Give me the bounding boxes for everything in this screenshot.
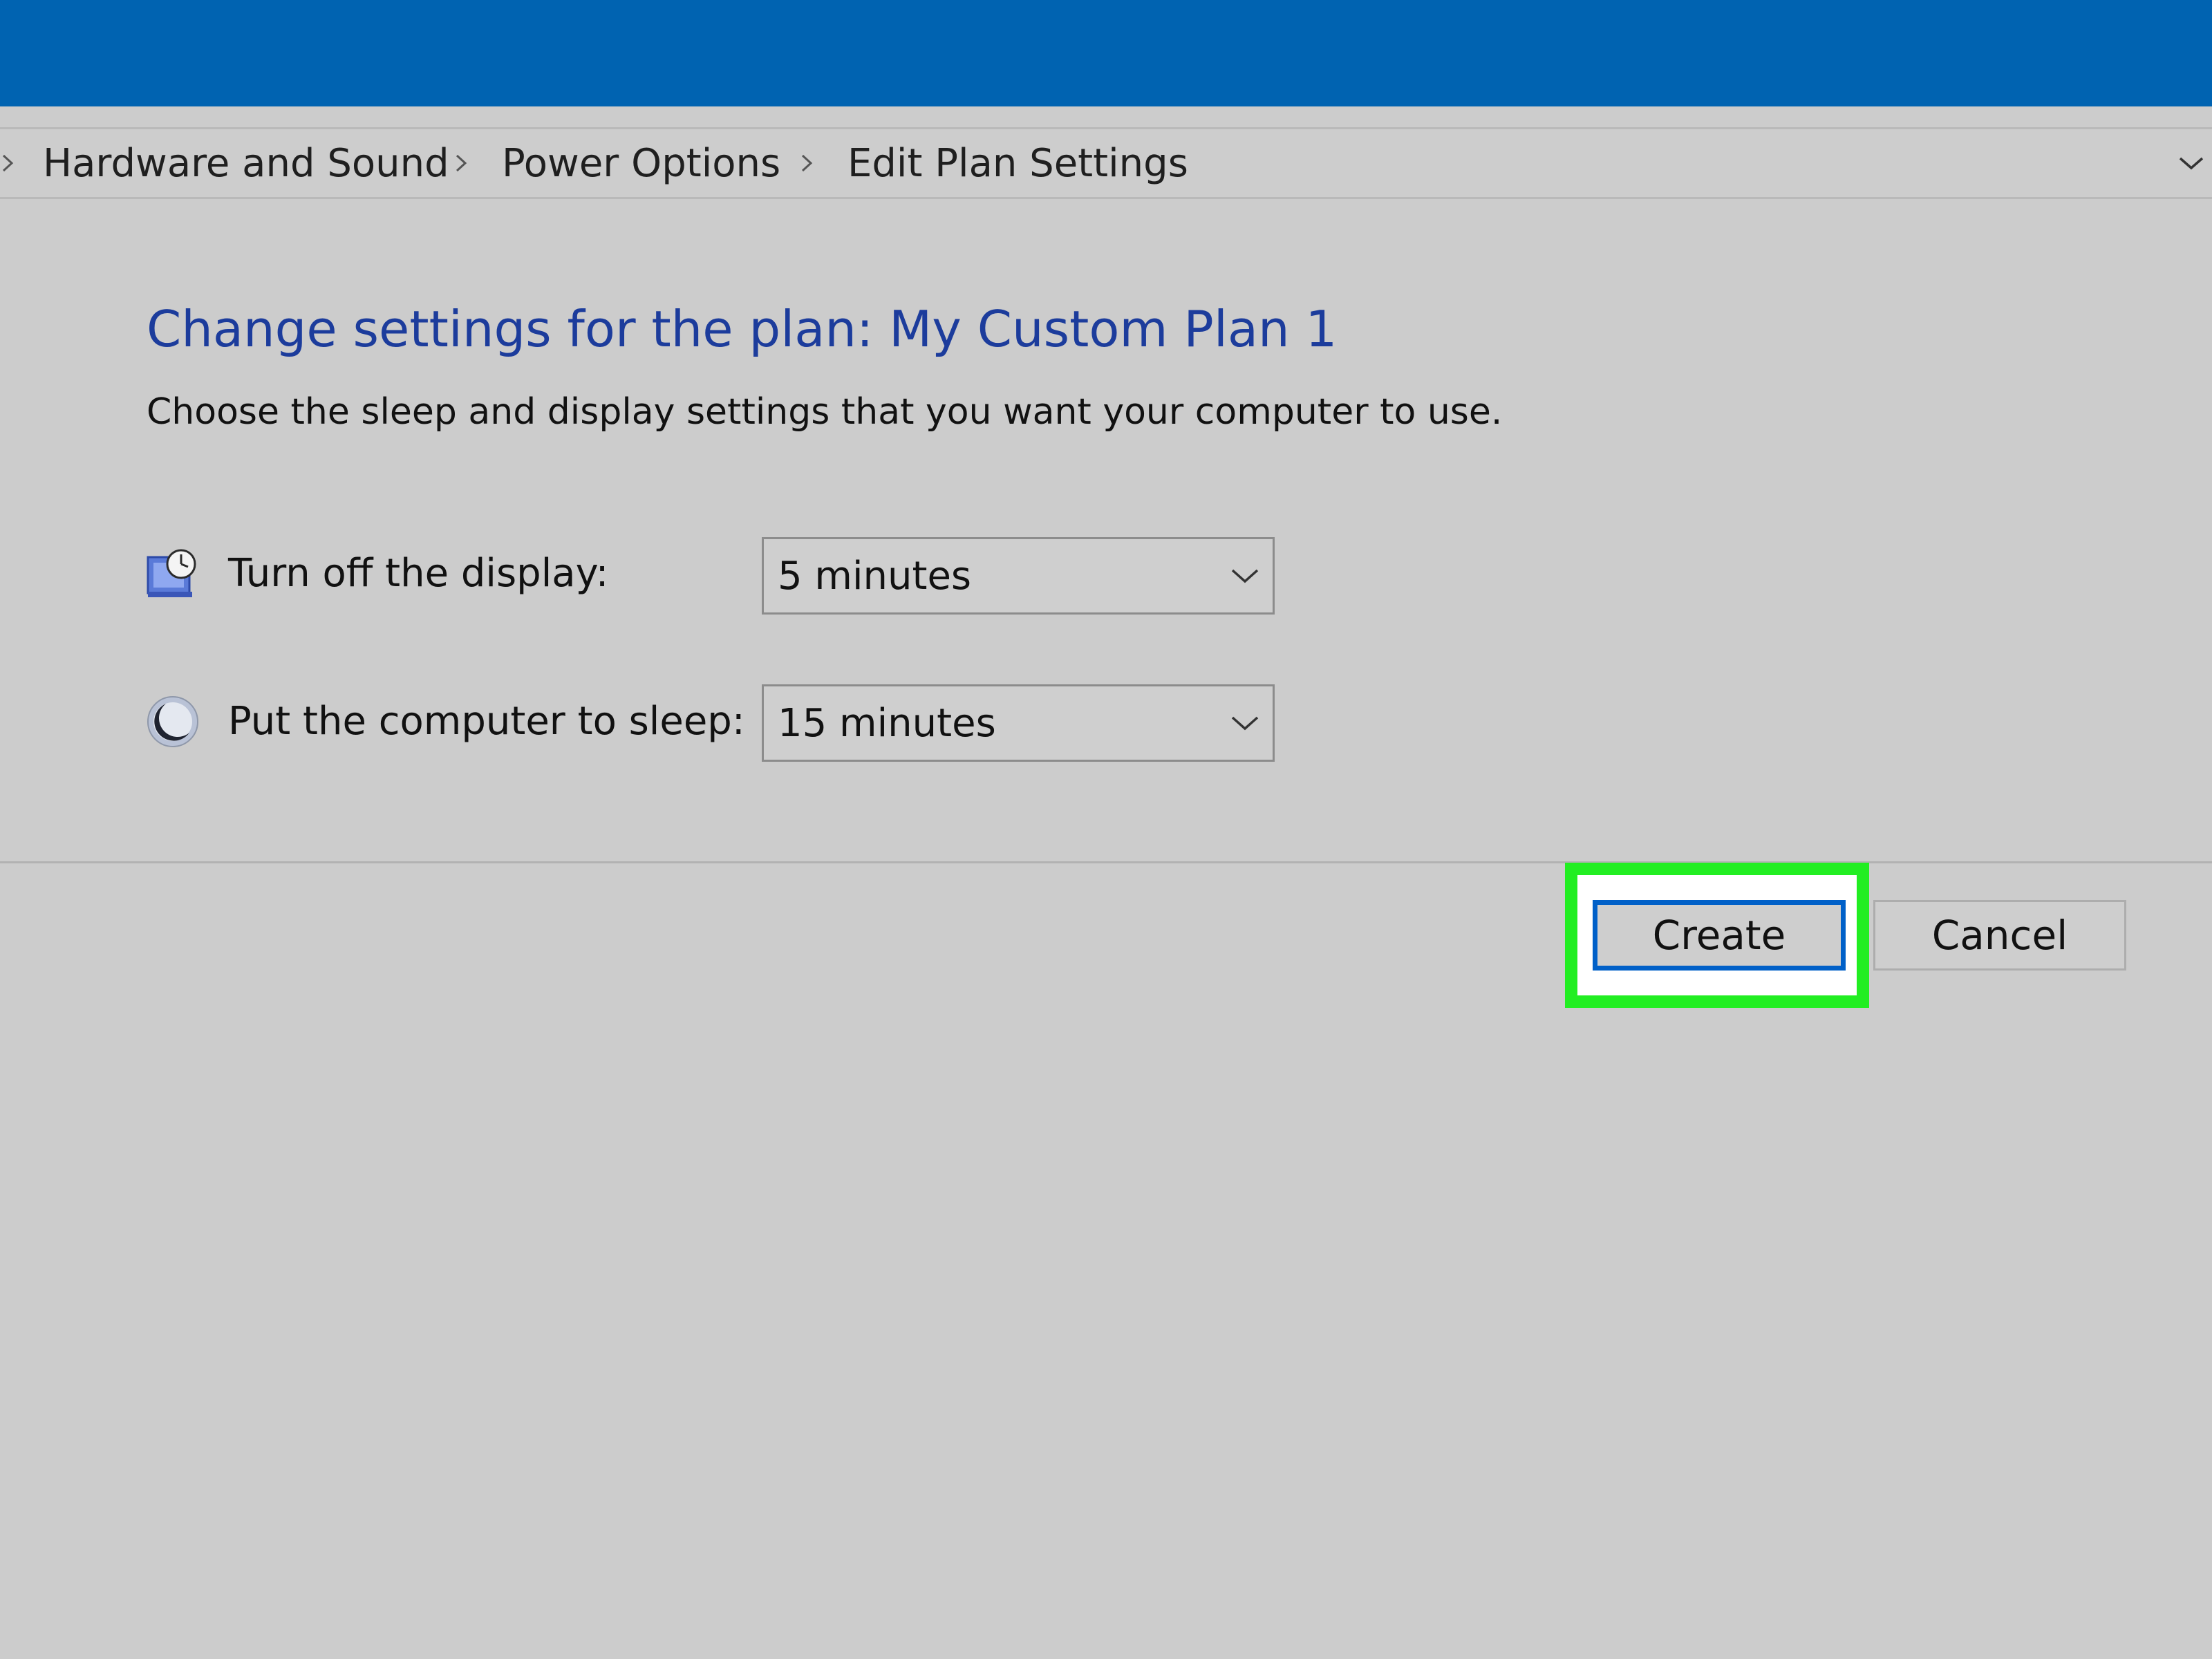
sleep-timeout-value: 15 minutes [778, 700, 996, 746]
sleep-moon-icon [145, 694, 200, 749]
breadcrumb-item-edit-plan-settings[interactable]: Edit Plan Settings [847, 129, 1188, 197]
breadcrumb-item-power-options[interactable]: Power Options [502, 129, 780, 197]
create-button[interactable]: Create [1593, 900, 1846, 971]
chevron-down-icon[interactable] [1217, 539, 1273, 612]
window-titlebar [0, 0, 2212, 106]
display-setting-label: Turn off the display: [228, 551, 609, 596]
chevron-down-icon[interactable] [1217, 686, 1273, 760]
chevron-right-icon[interactable] [448, 129, 476, 197]
chevron-right-icon[interactable] [794, 129, 821, 197]
page-description: Choose the sleep and display settings th… [147, 391, 1503, 433]
chevron-down-icon[interactable] [2171, 129, 2212, 197]
page-title: Change settings for the plan: My Custom … [147, 300, 1338, 358]
cancel-button[interactable]: Cancel [1873, 900, 2126, 971]
display-timer-icon [145, 546, 200, 601]
sleep-setting-label: Put the computer to sleep: [228, 699, 745, 744]
breadcrumb-item-hardware-and-sound[interactable]: Hardware and Sound [43, 129, 449, 197]
address-bar[interactable]: Hardware and Sound Power Options Edit Pl… [0, 127, 2212, 199]
display-timeout-select[interactable]: 5 minutes [762, 537, 1275, 615]
display-timeout-value: 5 minutes [778, 553, 972, 599]
chevron-right-icon[interactable] [0, 129, 22, 197]
section-divider [0, 861, 2212, 863]
sleep-timeout-select[interactable]: 15 minutes [762, 684, 1275, 762]
